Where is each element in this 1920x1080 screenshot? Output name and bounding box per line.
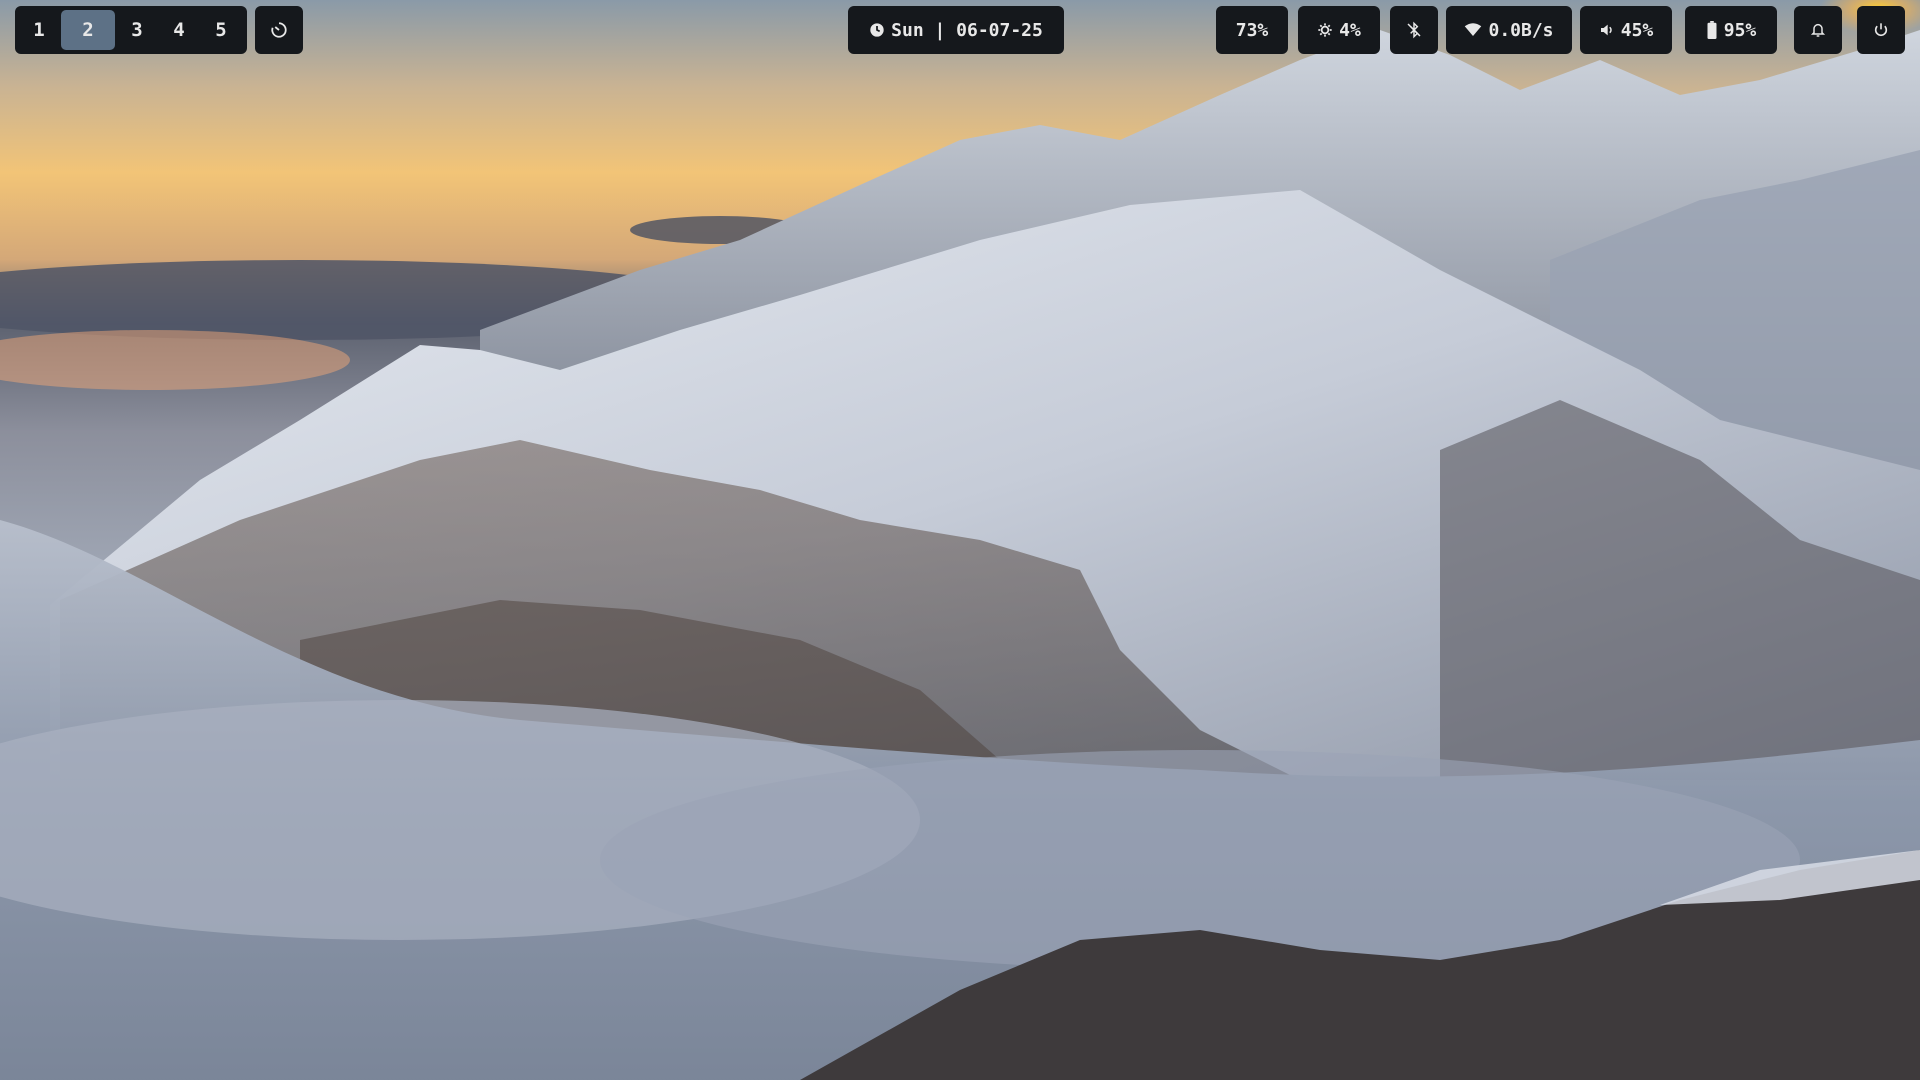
clock-icon: [869, 22, 885, 38]
bluetooth-off-icon: [1406, 21, 1422, 39]
cpu-text: 73%: [1235, 19, 1269, 41]
volume-widget[interactable]: 45%: [1580, 6, 1672, 54]
clock-widget[interactable]: Sun | 06-07-25: [848, 6, 1064, 54]
launcher-button[interactable]: [255, 6, 303, 54]
clock-text: Sun | 06-07-25: [891, 19, 1043, 41]
brightness-widget[interactable]: 4%: [1298, 6, 1380, 54]
workspace-4[interactable]: 4: [159, 10, 199, 50]
launcher-icon: [270, 21, 288, 39]
workspace-2[interactable]: 2: [61, 10, 115, 50]
bluetooth-widget[interactable]: [1390, 6, 1438, 54]
network-widget[interactable]: 0.0B/s: [1446, 6, 1572, 54]
network-speed-text: 0.0B/s: [1488, 19, 1554, 41]
cpu-widget[interactable]: 73%: [1216, 6, 1288, 54]
bell-icon: [1810, 21, 1826, 39]
brightness-text: 4%: [1339, 19, 1361, 41]
workspace-1[interactable]: 1: [19, 10, 59, 50]
desktop-wallpaper: [0, 0, 1920, 1080]
notifications-button[interactable]: [1794, 6, 1842, 54]
battery-text: 95%: [1723, 19, 1757, 41]
workspace-3[interactable]: 3: [117, 10, 157, 50]
volume-icon: [1599, 22, 1615, 38]
workspace-switcher: 1 2 3 4 5: [15, 6, 247, 54]
volume-text: 45%: [1620, 19, 1654, 41]
battery-widget[interactable]: 95%: [1685, 6, 1777, 54]
wifi-icon: [1464, 22, 1482, 38]
power-icon: [1873, 22, 1889, 38]
battery-icon: [1706, 21, 1718, 39]
workspace-5[interactable]: 5: [201, 10, 241, 50]
brightness-icon: [1317, 22, 1333, 38]
power-button[interactable]: [1857, 6, 1905, 54]
